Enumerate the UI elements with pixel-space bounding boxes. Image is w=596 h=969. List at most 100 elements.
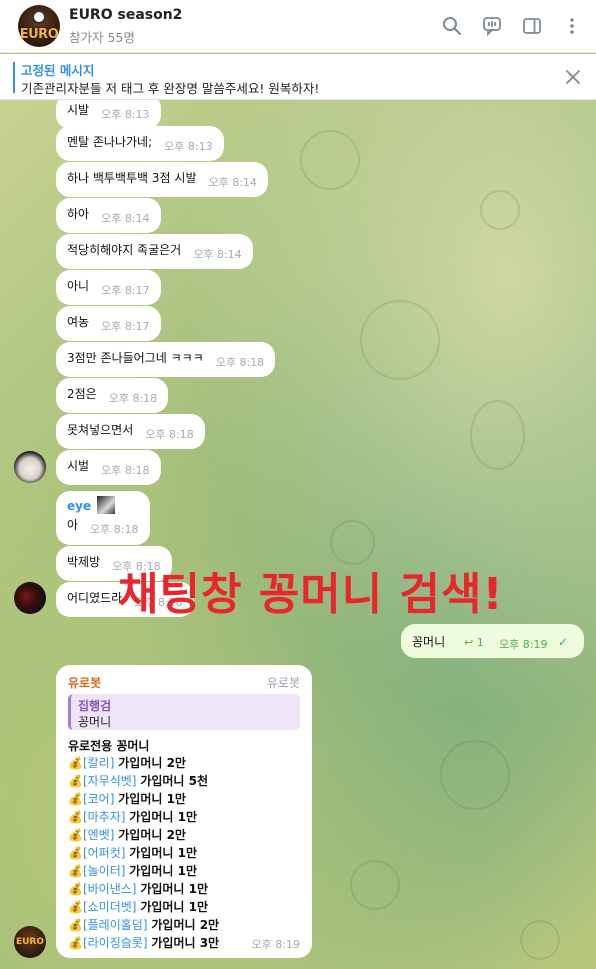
chat-header: EURO EURO season2 참가자 55명	[0, 0, 596, 53]
message-bubble[interactable]: eye 아 오후 8:18	[56, 491, 150, 545]
message-text: 멘탈 존나나가네;	[67, 135, 153, 149]
item-value: 가입머니 1만	[129, 864, 197, 878]
message-text: 아	[67, 518, 79, 532]
site-link[interactable]: [어퍼컷]	[83, 846, 125, 860]
message-text: 적당히해야지 족굴은거	[67, 243, 182, 257]
reply-quote[interactable]: 집행검 꽁머니	[68, 694, 300, 730]
money-bag-icon: 💰	[68, 864, 83, 878]
user-avatar[interactable]	[14, 451, 46, 483]
money-bag-icon: 💰	[68, 810, 83, 824]
item-value: 가입머니 1만	[140, 900, 209, 914]
message-bubble[interactable]: 멘탈 존나나가네; 오후 8:13	[56, 126, 224, 161]
message-bubble[interactable]: 여농 오후 8:17	[56, 306, 161, 341]
list-item: 💰[놀이터] 가입머니 1만	[68, 862, 197, 879]
sidebar-toggle-icon[interactable]	[520, 14, 544, 38]
list-item: 💰[엔벳] 가입머니 2만	[68, 826, 186, 843]
voice-chat-icon[interactable]	[480, 14, 504, 38]
chat-title-block[interactable]: EURO season2 참가자 55명	[69, 7, 182, 46]
message-text: 여농	[67, 315, 90, 329]
message-time: 오후 8:18	[101, 464, 150, 477]
message-text: 꽁머니	[412, 635, 446, 649]
close-icon[interactable]	[564, 68, 582, 86]
site-link[interactable]: [자무식벳]	[83, 774, 137, 788]
money-bag-icon: 💰	[68, 846, 83, 860]
message-time: 오후 8:19	[251, 938, 300, 951]
list-item: 💰[플레이홀덤] 가입머니 2만	[68, 916, 219, 933]
message-bubble[interactable]: 못쳐넣으면서 오후 8:18	[56, 414, 205, 449]
item-value: 가입머니 2만	[118, 828, 186, 842]
overlay-annotation: 채팅창 꽁머니 검색!	[118, 569, 504, 620]
money-bag-icon: 💰	[68, 936, 83, 950]
message-text: 하나 백투백투백 3점 시발	[67, 171, 197, 185]
item-value: 가입머니 5천	[140, 774, 209, 788]
outgoing-message-bubble[interactable]: 꽁머니 ↩ 1 오후 8:19 ✓	[401, 624, 584, 658]
money-bag-icon: 💰	[68, 900, 83, 914]
money-bag-icon: 💰	[68, 882, 83, 896]
pinned-message-bar[interactable]: 고정된 메시지 기존관리자분들 저 태그 후 완장명 말씀주세요! 원복하자!	[0, 54, 596, 100]
item-value: 가입머니 1만	[118, 792, 186, 806]
message-time: 오후 8:19	[499, 638, 548, 651]
message-time: 오후 8:18	[108, 392, 158, 405]
quote-text: 꽁머니	[78, 715, 112, 729]
message-time: 오후 8:18	[215, 356, 265, 369]
money-bag-icon: 💰	[68, 828, 83, 842]
site-link[interactable]: [칼리]	[83, 756, 114, 770]
message-bubble[interactable]: 3점만 존나들어그네 ㅋㅋㅋ 오후 8:18	[56, 342, 276, 377]
item-value: 가입머니 1만	[129, 810, 197, 824]
member-count: 참가자 55명	[69, 29, 135, 45]
search-icon[interactable]	[440, 14, 464, 38]
reply-count[interactable]: ↩ 1	[464, 636, 484, 649]
list-item: 💰[코어] 가입머니 1만	[68, 790, 186, 807]
list-item: 💰[바이낸스] 가입머니 1만	[68, 880, 208, 897]
user-avatar[interactable]	[14, 582, 46, 614]
message-bubble[interactable]: 적당히해야지 족굴은거 오후 8:14	[56, 234, 253, 269]
reply-icon: ↩	[464, 636, 474, 649]
site-link[interactable]: [라이징슬롯]	[83, 936, 148, 950]
pinned-text: 기존관리자분들 저 태그 후 완장명 말씀주세요! 원복하자!	[21, 81, 320, 96]
message-bubble[interactable]: 시벌 오후 8:18	[56, 450, 161, 485]
chat-area[interactable]: 시발 오후 8:13 멘탈 존나나가네; 오후 8:13 하나 백투백투백 3점 시…	[0, 100, 596, 969]
quote-author: 집행검	[78, 699, 112, 713]
bot-tag: 유로봇	[266, 676, 300, 690]
site-link[interactable]: [엔벳]	[83, 828, 114, 842]
item-value: 가입머니 1만	[129, 846, 197, 860]
message-bubble[interactable]: 아니 오후 8:17	[56, 270, 161, 305]
pinned-indicator	[13, 62, 15, 93]
more-vertical-icon[interactable]	[560, 14, 584, 38]
bot-name[interactable]: 유로봇	[68, 674, 101, 691]
bot-avatar-label: EURO	[15, 937, 45, 947]
site-link[interactable]: [쇼미더벳]	[83, 900, 137, 914]
list-item: 💰[쇼미더벳] 가입머니 1만	[68, 898, 208, 915]
item-value: 가입머니 2만	[118, 756, 186, 770]
reply-count-value: 1	[476, 636, 484, 649]
site-link[interactable]: [바이낸스]	[83, 882, 137, 896]
site-link[interactable]: [놀이터]	[83, 864, 125, 878]
message-text: 시벌	[67, 459, 90, 473]
message-bubble[interactable]: 시발 오후 8:13	[56, 100, 161, 129]
site-link[interactable]: [마추자]	[83, 810, 125, 824]
site-link[interactable]: [플레이홀덤]	[83, 918, 148, 932]
message-text: 아니	[67, 279, 90, 293]
item-value: 가입머니 2만	[151, 918, 220, 932]
read-check-icon: ✓	[558, 635, 569, 649]
bot-message-bubble[interactable]: 유로봇 유로봇 집행검 꽁머니 유로전용 꽁머니 💰[칼리] 가입머니 2만 💰…	[56, 665, 312, 958]
message-bubble[interactable]: 하아 오후 8:14	[56, 198, 161, 233]
message-text: 시발	[67, 103, 90, 117]
sender-name[interactable]: eye	[67, 499, 91, 513]
message-text: 2점은	[67, 387, 97, 401]
list-item: 💰[라이징슬롯] 가입머니 3만	[68, 934, 219, 951]
message-time: 오후 8:14	[101, 212, 150, 225]
message-bubble[interactable]: 하나 백투백투백 3점 시발 오후 8:14	[56, 162, 268, 197]
site-link[interactable]: [코어]	[83, 792, 114, 806]
list-item: 💰[칼리] 가입머니 2만	[68, 754, 186, 771]
message-text: 3점만 존나들어그네 ㅋㅋㅋ	[67, 351, 204, 365]
item-value: 가입머니 3만	[151, 936, 220, 950]
message-time: 오후 8:18	[90, 523, 139, 536]
message-text: 어디였드라	[67, 591, 123, 605]
group-avatar[interactable]: EURO	[18, 5, 60, 47]
money-bag-icon: 💰	[68, 774, 83, 788]
bot-avatar[interactable]: EURO	[14, 926, 46, 958]
chat-title[interactable]: EURO season2	[69, 7, 182, 23]
message-time: 오후 8:14	[193, 248, 242, 261]
message-bubble[interactable]: 2점은 오후 8:18	[56, 378, 169, 413]
